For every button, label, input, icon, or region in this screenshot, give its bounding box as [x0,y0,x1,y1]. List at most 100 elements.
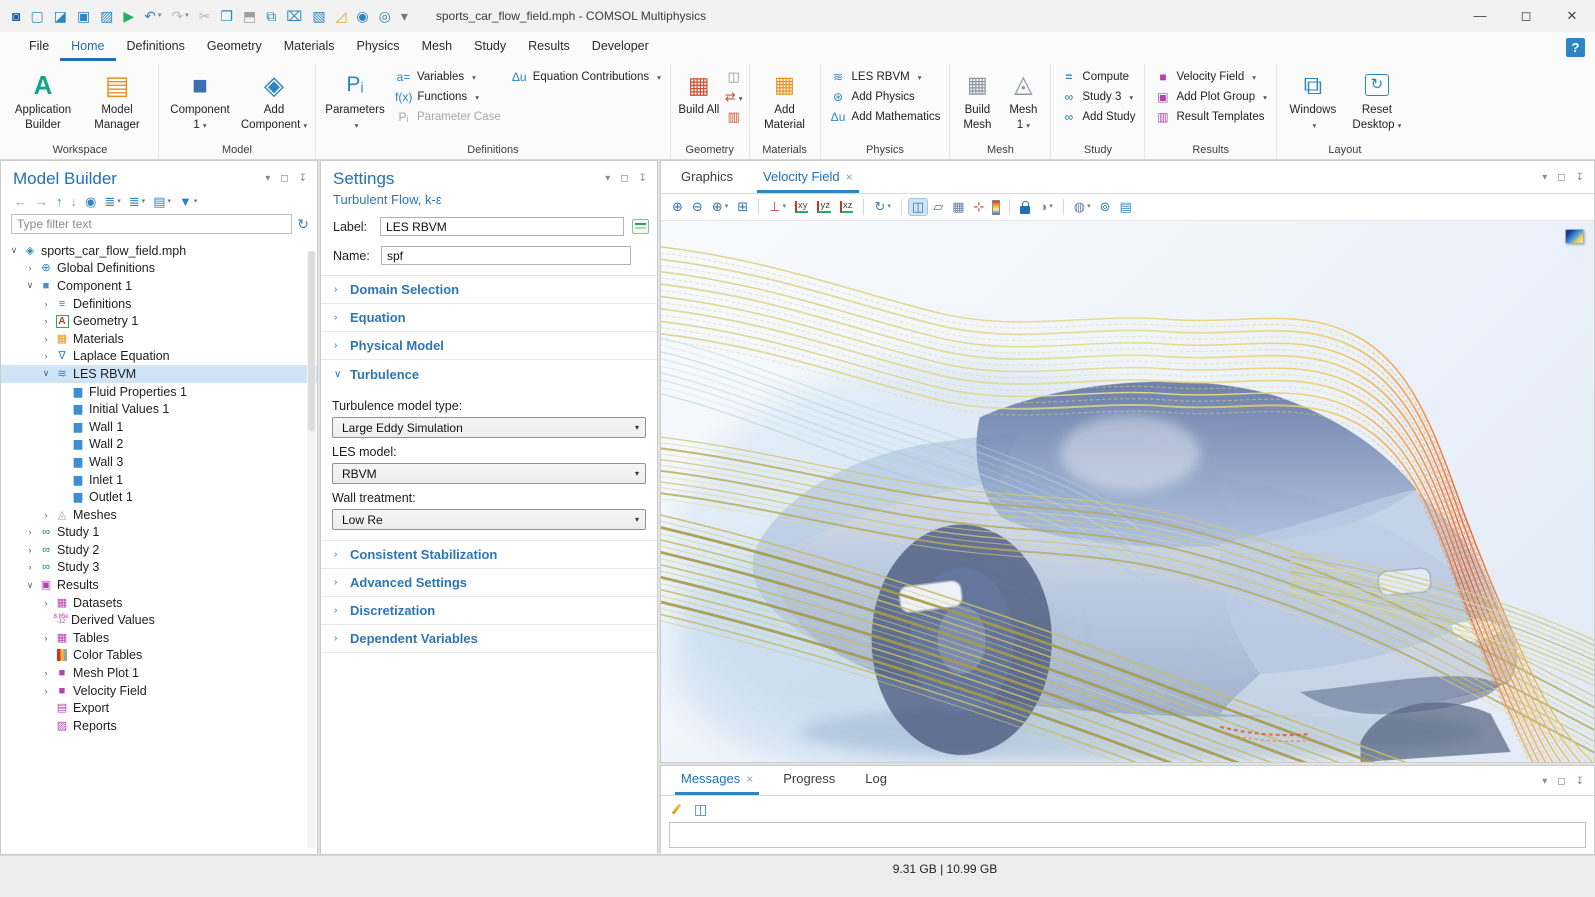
float-panel-icon[interactable]: ◻ [278,172,290,186]
tree-item-export[interactable]: ▤Export [1,699,317,717]
collapse-all-icon[interactable]: ≣▾ [126,194,148,210]
tree-item-global-definitions[interactable]: ›⊕Global Definitions [1,260,317,278]
back-icon[interactable]: ← [11,194,30,210]
menu-item[interactable]: Geometry [196,33,273,61]
new-file-icon[interactable]: ▢ [26,7,47,25]
scene-icon[interactable]: ▱ [930,199,946,215]
section-turbulence[interactable]: ∨ Turbulence [321,360,657,388]
dropdown[interactable]: RBVM▾ [332,463,646,484]
equation-contributions-button[interactable]: Δu Equation Contributions▾ [506,69,666,85]
collapse-panel-icon[interactable]: ▾ [1540,775,1549,789]
physics-interface-button[interactable]: ≋ LES RBVM▾ [825,69,946,85]
zoom-in-icon[interactable]: ⊕ [669,199,686,215]
lock-axes-icon[interactable] [1017,200,1033,215]
expander-icon[interactable]: ∨ [7,245,21,256]
lasso-icon[interactable]: ◿ [332,7,351,25]
duplicate-icon[interactable]: ⧉ [262,7,280,25]
expander-icon[interactable]: ∨ [23,280,37,291]
node-text-icon[interactable]: ▤▾ [150,194,174,210]
reset-desktop-button[interactable]: ↻ Reset Desktop▾ [1345,64,1409,134]
expand-all-icon[interactable]: ≣▾ [101,194,123,210]
variables-button[interactable]: a= Variables▾ [390,69,506,85]
plot-thumbnail-icon[interactable] [1565,229,1584,244]
collapse-panel-icon[interactable]: ▾ [1540,171,1549,185]
expander-icon[interactable]: › [39,334,53,344]
tree-item-wall-3[interactable]: ▆Wall 3 [1,453,317,471]
help-button[interactable]: ? [1566,38,1585,57]
tab-graphics[interactable]: Graphics [675,162,739,193]
save-as-icon[interactable]: ▨ [96,7,117,25]
tree-item-inlet-1[interactable]: ▆Inlet 1 [1,471,317,489]
find-replace-icon[interactable]: ◎ [375,7,395,25]
tree-item-color-tables[interactable]: Color Tables [1,647,317,665]
dropdown[interactable]: Low Re▾ [332,509,646,530]
expander-icon[interactable]: › [39,633,53,643]
tree-item-component-1[interactable]: ∨■Component 1 [1,277,317,295]
expander-icon[interactable]: › [23,263,37,273]
qat-overflow-icon[interactable]: ▾ [397,7,412,25]
open-in-table-icon[interactable]: ◫ [690,800,711,818]
add-mathematics-button[interactable]: Δu Add Mathematics [825,109,946,125]
tree-item-study-1[interactable]: ›∞Study 1 [1,524,317,542]
name-field[interactable] [381,246,631,265]
tree-item-definitions[interactable]: ›≡Definitions [1,295,317,313]
view-xz-icon[interactable]: xz [837,200,857,214]
expander-icon[interactable]: › [39,510,53,520]
label-field[interactable] [380,217,624,236]
expander-icon[interactable]: › [39,351,53,361]
close-icon[interactable]: × [746,772,753,786]
section-consistent-stabilization[interactable]: › Consistent Stabilization [321,541,657,569]
pin-panel-icon[interactable]: ↧ [297,172,309,186]
forward-icon[interactable]: → [32,194,51,210]
save-icon[interactable]: ▣ [73,7,94,25]
expander-icon[interactable]: › [39,686,53,696]
view-xy-icon[interactable]: xy [792,200,812,214]
section-equation[interactable]: › Equation [321,304,657,332]
maximize-button[interactable]: ◻ [1503,0,1549,32]
pin-panel-icon[interactable]: ↧ [637,172,649,186]
result-templates-button[interactable]: ▥ Result Templates [1149,109,1271,125]
paste-icon[interactable]: ⬒ [239,7,260,25]
menu-item[interactable]: Study [463,33,517,61]
expander-icon[interactable]: ∨ [23,580,37,591]
add-study-button[interactable]: ∞ Add Study [1055,109,1140,125]
tree-item-laplace-equation[interactable]: ›∇Laplace Equation [1,348,317,366]
zoom-extents-icon[interactable]: ⊞ [734,199,751,215]
open-file-icon[interactable]: ◪ [50,7,71,25]
menu-item[interactable]: Materials [273,33,346,61]
tree-item-mesh-plot-1[interactable]: ›■Mesh Plot 1 [1,664,317,682]
snapshot-icon[interactable]: ⊚ [1097,199,1114,215]
tree-item-outlet-1[interactable]: ▆Outlet 1 [1,488,317,506]
menu-item[interactable]: File [18,33,60,61]
build-mesh-button[interactable]: ▦ Build Mesh [954,64,1000,134]
zoom-out-icon[interactable]: ⊖ [689,199,706,215]
tree-item-results[interactable]: ∨▣Results [1,576,317,594]
compute-button[interactable]: = Compute [1055,69,1140,85]
expander-icon[interactable]: ∨ [39,368,53,379]
create-note-icon[interactable] [632,219,649,234]
section-domain-selection[interactable]: › Domain Selection [321,276,657,304]
add-physics-button[interactable]: ⊛ Add Physics [825,89,946,105]
close-icon[interactable]: × [846,170,853,184]
menu-item[interactable]: Results [517,33,581,61]
section-advanced-settings[interactable]: › Advanced Settings [321,569,657,597]
projection-toggle-icon[interactable]: ◫ [909,199,927,215]
functions-button[interactable]: f(x) Functions▾ [390,89,506,105]
tree-item-les-rbvm[interactable]: ∨≋LES RBVM [1,365,317,383]
color-palette-icon[interactable]: ◑▾ [1036,199,1055,215]
add-component-button[interactable]: ◈ Add Component▾ [237,64,311,134]
graphics-canvas[interactable] [661,221,1594,762]
select-box-icon[interactable]: ▧ [308,7,329,25]
tab-velocity-field[interactable]: Velocity Field× [757,162,859,193]
go-to-default-view-icon[interactable]: ⊥▾ [766,199,789,215]
dropdown[interactable]: Large Eddy Simulation▾ [332,417,646,438]
undo-icon[interactable]: ↶▾ [140,7,165,25]
expander-icon[interactable]: › [39,598,53,608]
filter-input[interactable] [11,214,292,234]
expander-icon[interactable]: › [23,527,37,537]
add-material-button[interactable]: ▦ Add Material [754,64,816,134]
mesh1-button[interactable]: ◬ Mesh 1▾ [1000,64,1046,134]
add-plot-group-button[interactable]: ▣ Add Plot Group▾ [1149,89,1271,105]
refresh-icon[interactable]: ↻ [297,216,309,233]
app-logo-icon[interactable]: ◙ [8,7,24,25]
